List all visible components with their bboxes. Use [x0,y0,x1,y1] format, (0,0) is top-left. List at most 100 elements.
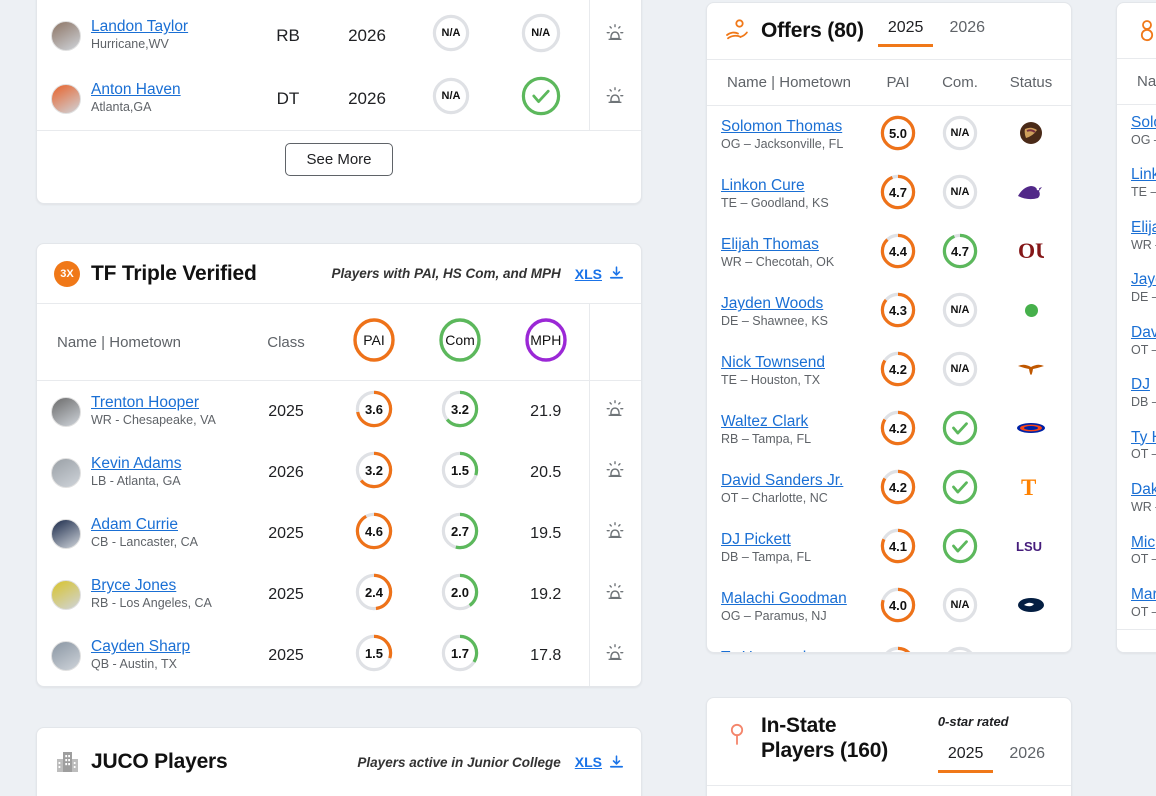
player-hometown: DB – [1131,395,1156,409]
player-hometown: OG – Paramus, NJ [721,609,827,624]
table-row: Landon Taylor Hurricane,WV RB 2026 N/A N/A [37,4,641,67]
avatar[interactable] [51,20,81,51]
col-name-hometown: Name | Hometown [707,60,867,106]
juco-header: JUCO Players Players active in Junior Co… [37,728,641,788]
in-state-year-tabs: 2025 2026 [937,741,1055,773]
score-ring: 4.0 [880,587,916,623]
siren-icon[interactable] [604,22,626,49]
player-name-link[interactable]: Landon Taylor [91,18,188,36]
score-value: 4.2 [888,420,908,436]
player-name-link[interactable]: Solomon Thomas [721,118,861,136]
player-name-link[interactable]: Trenton Hooper [91,394,216,412]
col-class: Class [241,304,331,381]
pai-cell: 3.2 [331,442,417,503]
score-value: 4.4 [888,243,908,259]
in-state-tab-2025[interactable]: 2025 [937,741,994,773]
player-name-link[interactable]: Malachi Goodman [721,590,861,608]
xls-download-link-tf[interactable]: XLS [575,265,625,282]
player-name-link[interactable]: Dav [1131,324,1156,342]
com-cell: N/A [929,165,991,224]
com-cell: N/A [929,283,991,342]
right-card-header [1117,3,1156,59]
score-value: 2.4 [364,584,384,600]
col-status: Status [991,60,1071,106]
player-name-link[interactable]: Ty H [1131,429,1156,447]
player-name-link[interactable]: Jayd [1131,271,1156,289]
player-name-link[interactable]: Mar [1131,586,1156,604]
siren-icon[interactable] [604,581,626,608]
com-header-ring: Com [438,318,482,362]
score-ring: 5.0 [880,115,916,151]
offers-tab-2025[interactable]: 2025 [877,15,934,47]
siren-icon[interactable] [604,520,626,547]
score-ring: N/A [432,77,470,115]
player-cell-container: Solomon Thomas OG – Jacksonville, FL [707,106,867,166]
player-name-link[interactable]: Cayden Sharp [91,638,190,656]
player-name-link[interactable]: DJ Pickett [721,531,861,549]
player-name-link[interactable]: Link [1131,166,1156,184]
table-row: Mic OT – [1117,525,1156,577]
player-name-link[interactable]: Elijah Thomas [721,236,861,254]
player-name-link[interactable]: Mic [1131,534,1156,552]
player-name-link[interactable]: DJ [1131,376,1156,394]
player-name-link[interactable]: Solo [1131,114,1156,132]
pai-cell: 4.6 [331,503,417,564]
player-cell: Bryce Jones RB - Los Angeles, CA [51,577,235,611]
avatar[interactable] [51,457,81,488]
player-name-link[interactable]: Ty Haywood [721,649,861,652]
siren-icon[interactable] [604,85,626,112]
mph-value: 19.5 [530,524,562,542]
avatar[interactable] [51,579,81,610]
in-state-tab-2026[interactable]: 2026 [999,741,1055,773]
offers-tab-2026[interactable]: 2026 [939,15,995,47]
player-name-link[interactable]: Elija [1131,219,1156,237]
player-name-link[interactable]: Adam Currie [91,516,198,534]
position-value: RB [276,25,300,45]
col-com: Com [929,786,991,796]
siren-icon[interactable] [604,398,626,425]
score-ring: N/A [521,13,561,53]
player-name-link[interactable]: Nick Townsend [721,354,861,372]
status-cell: T [991,460,1071,519]
avatar[interactable] [51,83,81,114]
team-logo-kansas-state-wildcats [1016,181,1046,203]
player-hometown: WR - Chesapeake, VA [91,413,216,428]
pai-cell: 4.3 [867,283,929,342]
team-logo-lsu-tigers: LSU [1016,538,1046,554]
avatar[interactable] [51,396,81,427]
col-name-hometown: Nam [1117,59,1156,105]
team-logo-florida-gators [1016,419,1046,437]
tf-card-footer: See More [37,686,641,687]
green-status-dot [1024,303,1038,317]
in-state-star-note: 0-star rated [937,714,1009,729]
player-name-link[interactable]: David Sanders Jr. [721,472,861,490]
score-value: 4.7 [888,184,908,200]
score-ring: 4.2 [880,469,916,505]
avatar[interactable] [51,640,81,671]
player-name-link[interactable]: Jayden Woods [721,295,861,313]
score-ring: N/A [942,174,978,210]
score-ring: 2.0 [441,573,479,611]
player-hometown: DE – Shawnee, KS [721,314,829,329]
player-name-link[interactable]: Linkon Cure [721,177,861,195]
avatar[interactable] [51,518,81,549]
player-cell-container: Mar OT – [1117,577,1156,629]
player-hometown: WR – [1131,499,1156,514]
three-x-badge-icon: 3X [53,260,81,288]
table-row: Linkon Cure TE – Goodland, KS 4.7 N/A [707,165,1071,224]
player-name-link[interactable]: Kevin Adams [91,455,181,473]
siren-icon[interactable] [604,459,626,486]
player-name-link[interactable]: Dak [1131,481,1156,499]
com-check-ring [942,469,978,505]
see-more-button-top[interactable]: See More [285,143,393,176]
player-hometown: OG – [1131,132,1156,147]
mph-value: 21.9 [530,402,562,420]
score-value: N/A [950,186,970,198]
player-name-link[interactable]: Bryce Jones [91,577,212,595]
player-name-link[interactable]: Anton Haven [91,81,181,99]
siren-icon[interactable] [604,642,626,669]
xls-download-link-juco[interactable]: XLS [575,754,625,771]
com-cell [493,67,589,130]
player-name-link[interactable]: Waltez Clark [721,413,861,431]
com-cell [929,460,991,519]
